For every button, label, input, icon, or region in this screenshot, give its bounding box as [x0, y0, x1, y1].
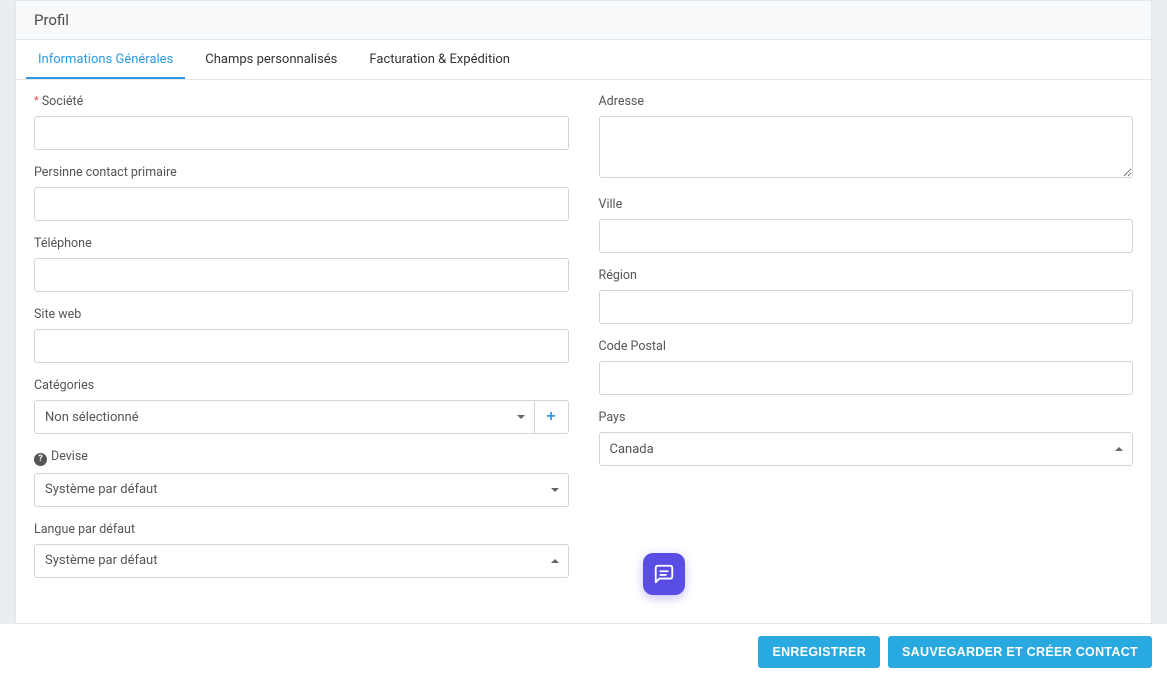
add-category-button[interactable]: +	[535, 400, 569, 434]
card-title: Profil	[16, 1, 1151, 40]
default-language-value: Système par défaut	[45, 553, 157, 568]
tab-general[interactable]: Informations Générales	[26, 40, 185, 79]
default-language-label: Langue par défaut	[34, 522, 569, 537]
chevron-down-icon	[517, 415, 525, 419]
categories-label: Catégories	[34, 378, 569, 393]
city-input[interactable]	[599, 219, 1134, 253]
city-label: Ville	[599, 197, 1134, 212]
tab-billing-shipping[interactable]: Facturation & Expédition	[357, 40, 522, 79]
plus-icon: +	[546, 408, 555, 426]
company-input[interactable]	[34, 116, 569, 150]
chat-icon	[653, 563, 675, 585]
categories-value: Non sélectionné	[45, 410, 139, 425]
currency-label: ?Devise	[34, 449, 569, 466]
left-column: *Société Persinne contact primaire Télép…	[34, 94, 569, 593]
country-label: Pays	[599, 410, 1134, 425]
company-label: *Société	[34, 94, 569, 109]
currency-select[interactable]: Système par défaut	[34, 473, 569, 507]
footer-bar: Enregistrer Sauvegarder et créer contact	[0, 624, 1167, 680]
required-icon: *	[34, 94, 39, 107]
address-textarea[interactable]	[599, 116, 1134, 178]
save-button[interactable]: Enregistrer	[758, 636, 880, 668]
tab-custom-fields[interactable]: Champs personnalisés	[193, 40, 349, 79]
website-label: Site web	[34, 307, 569, 322]
help-icon: ?	[34, 453, 47, 466]
primary-contact-label: Persinne contact primaire	[34, 165, 569, 180]
chevron-up-icon	[1115, 447, 1123, 451]
address-label: Adresse	[599, 94, 1134, 109]
form-body: *Société Persinne contact primaire Télép…	[16, 80, 1151, 623]
region-input[interactable]	[599, 290, 1134, 324]
primary-contact-input[interactable]	[34, 187, 569, 221]
country-select[interactable]: Canada	[599, 432, 1134, 466]
profile-card: Profil Informations Générales Champs per…	[15, 0, 1152, 624]
currency-value: Système par défaut	[45, 482, 157, 497]
phone-input[interactable]	[34, 258, 569, 292]
website-input[interactable]	[34, 329, 569, 363]
chevron-up-icon	[551, 559, 559, 563]
country-value: Canada	[610, 442, 654, 457]
save-and-create-button[interactable]: Sauvegarder et créer contact	[888, 636, 1152, 668]
region-label: Région	[599, 268, 1134, 283]
tabs: Informations Générales Champs personnali…	[16, 40, 1151, 80]
default-language-select[interactable]: Système par défaut	[34, 544, 569, 578]
postal-input[interactable]	[599, 361, 1134, 395]
phone-label: Téléphone	[34, 236, 569, 251]
right-column: Adresse Ville Région Code Postal Pays	[599, 94, 1134, 593]
chat-widget-button[interactable]	[643, 553, 685, 595]
chevron-down-icon	[551, 488, 559, 492]
postal-label: Code Postal	[599, 339, 1134, 354]
categories-select[interactable]: Non sélectionné	[34, 400, 535, 434]
